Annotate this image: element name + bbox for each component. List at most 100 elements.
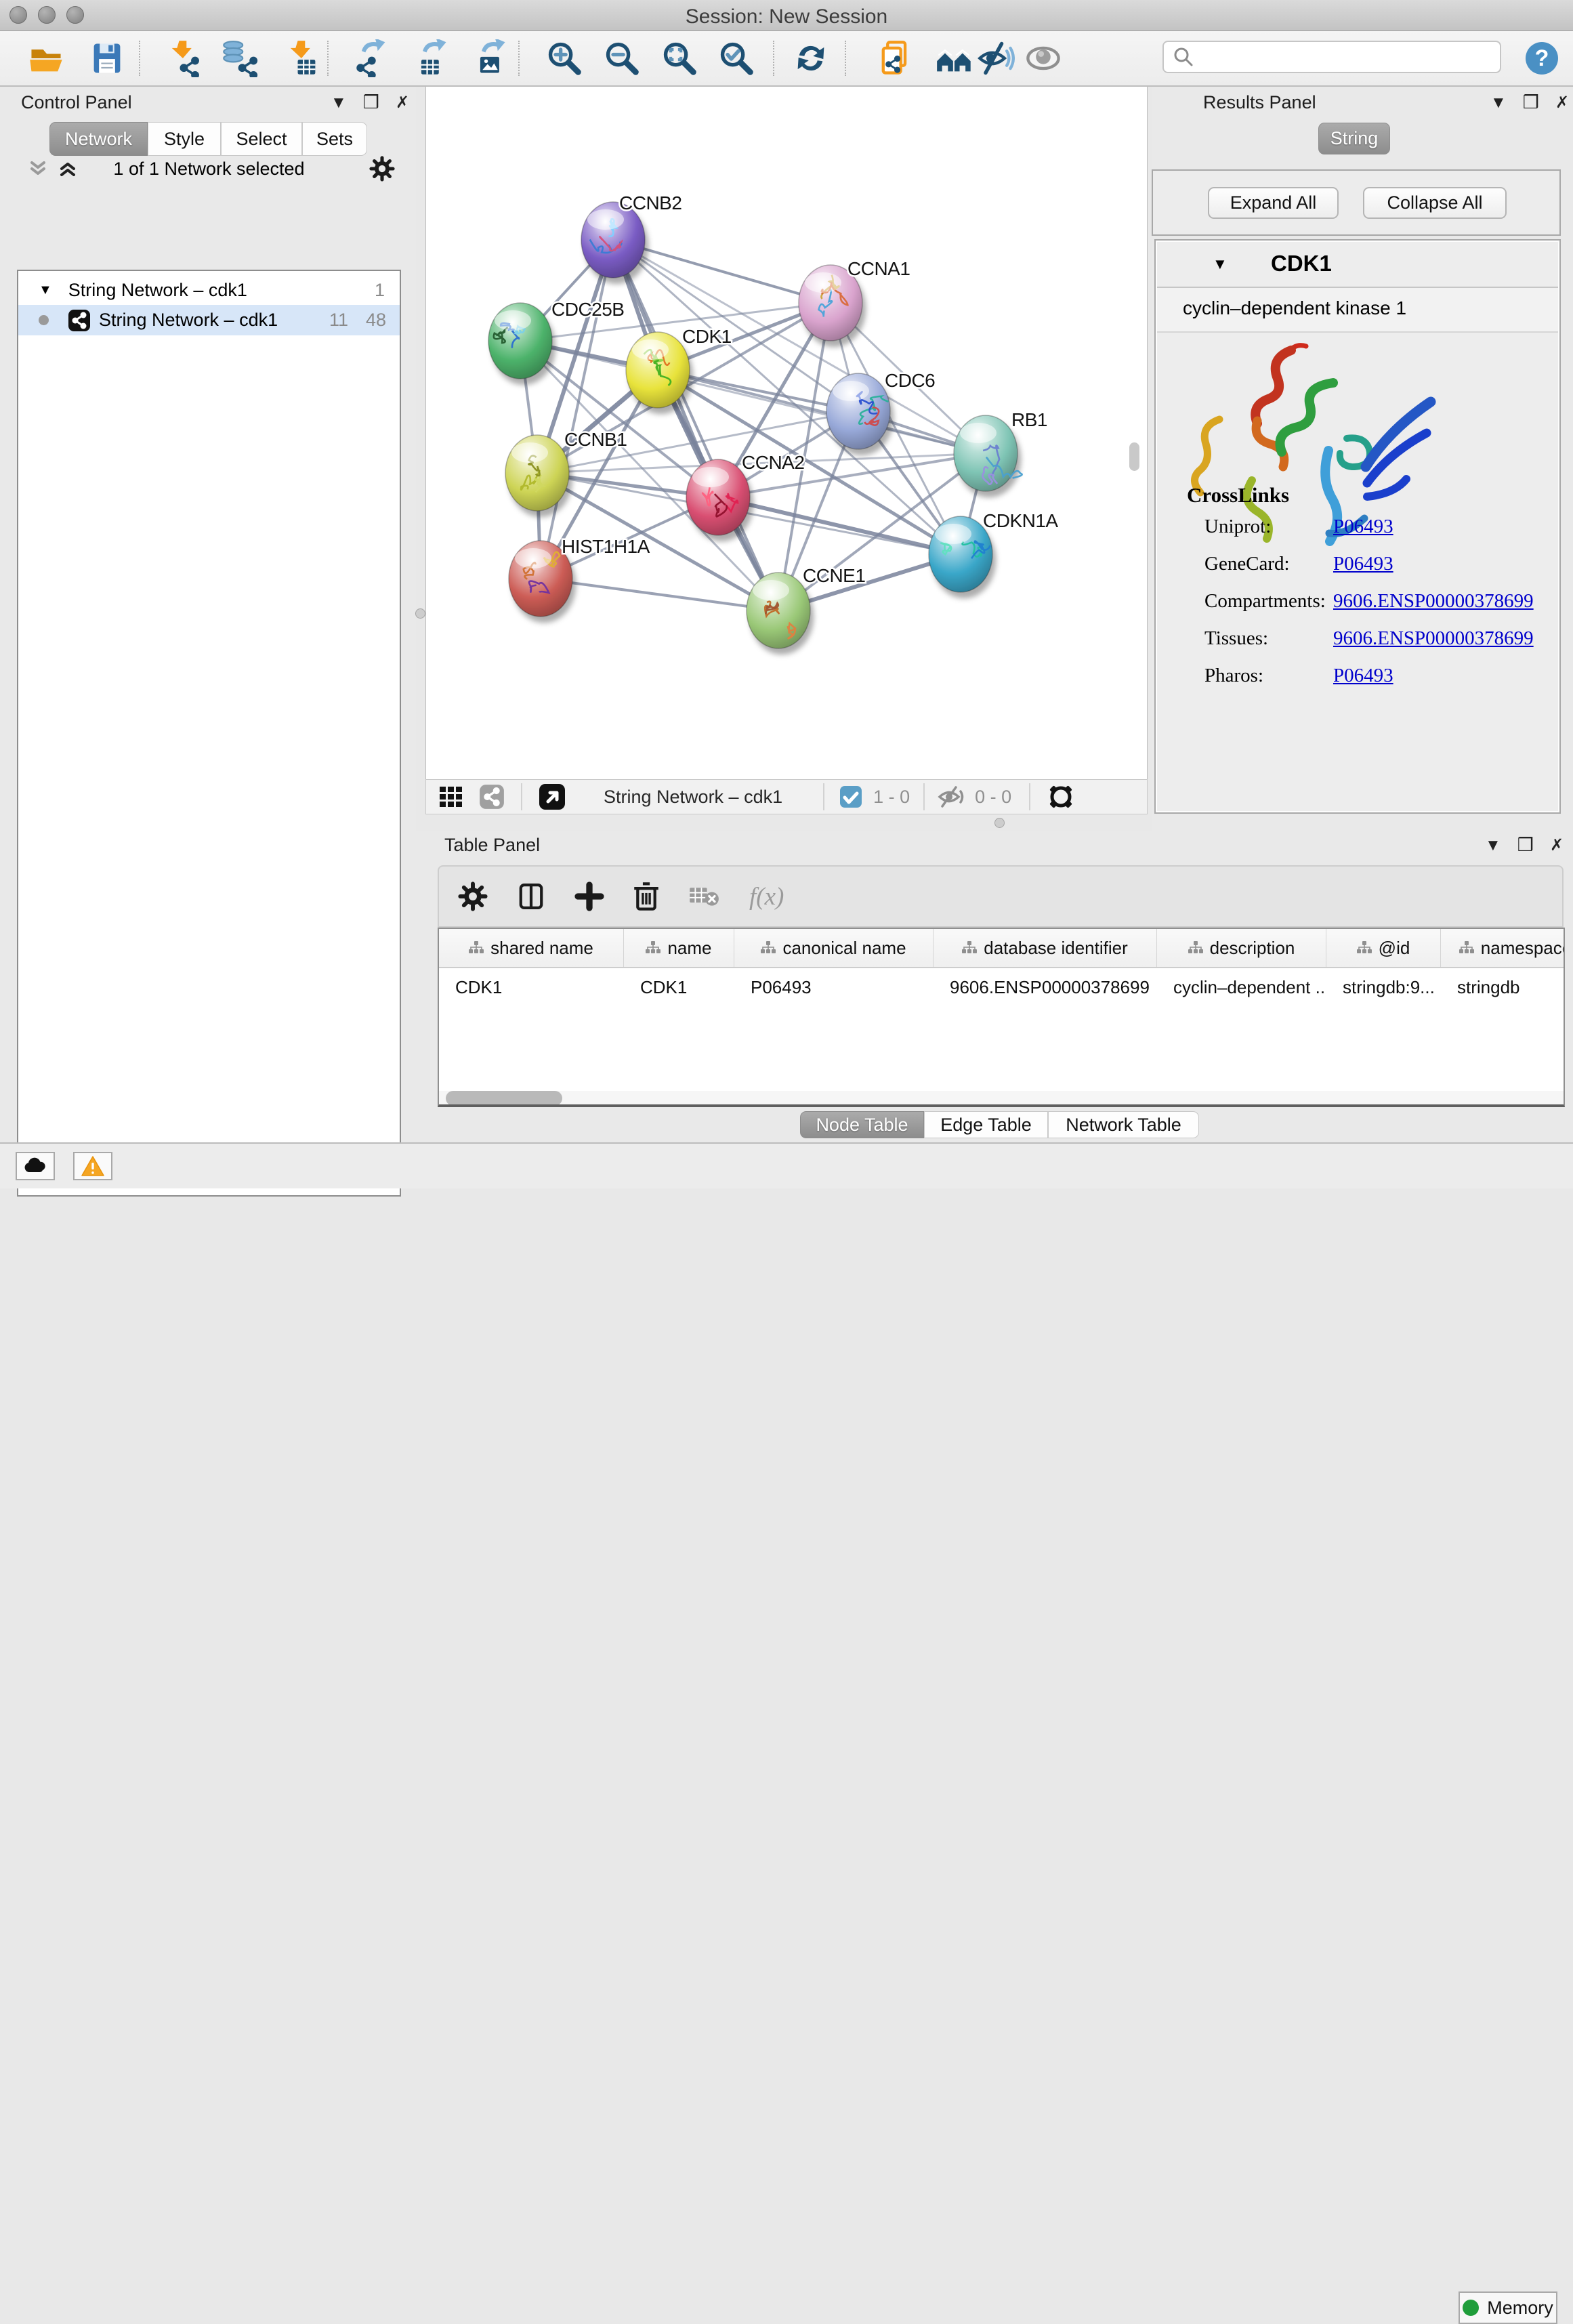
column-header-description[interactable]: description bbox=[1157, 929, 1326, 967]
import-database-icon[interactable] bbox=[220, 37, 261, 80]
results-panel-tabs: String bbox=[1318, 123, 1390, 154]
node-CDK1[interactable] bbox=[626, 332, 690, 408]
results-content: ▼ CDK1 cyclin–dependent kinase 1 Cross bbox=[1154, 239, 1561, 814]
cloud-button[interactable] bbox=[16, 1152, 55, 1180]
control-panel-tabs: NetworkStyleSelectSets bbox=[49, 122, 367, 156]
crosslink-value-link[interactable]: 9606.ENSP00000378699 bbox=[1333, 627, 1534, 650]
entry-name: CDK1 bbox=[1271, 251, 1332, 276]
node-CCNA2[interactable] bbox=[686, 459, 750, 535]
show-all-icon[interactable] bbox=[1023, 37, 1064, 80]
table-row[interactable]: CDK1CDK1P064939606.ENSP00000378699cyclin… bbox=[439, 968, 1565, 1006]
edge[interactable] bbox=[541, 579, 778, 610]
birdseye-view-icon[interactable] bbox=[539, 783, 566, 810]
panel-close-icon[interactable]: ✗ bbox=[1550, 837, 1564, 854]
panel-collapse-icon[interactable]: ▼ bbox=[1490, 95, 1507, 111]
edge[interactable] bbox=[718, 497, 961, 554]
crosslink-label: Pharos: bbox=[1204, 665, 1263, 686]
panel-float-icon[interactable]: ❒ bbox=[1517, 836, 1534, 854]
warning-button[interactable] bbox=[73, 1152, 112, 1180]
tab-sets[interactable]: Sets bbox=[302, 122, 367, 156]
zoom-in-icon[interactable] bbox=[544, 37, 585, 80]
panel-float-icon[interactable]: ❒ bbox=[1523, 94, 1539, 112]
column-header-label: description bbox=[1210, 938, 1295, 959]
zoom-selected-icon[interactable] bbox=[716, 37, 757, 80]
panel-collapse-icon[interactable]: ▼ bbox=[1485, 837, 1501, 854]
tab-edge-table[interactable]: Edge Table bbox=[924, 1111, 1048, 1138]
export-network-icon[interactable] bbox=[352, 37, 392, 80]
search-input[interactable] bbox=[1195, 47, 1486, 68]
tab-select[interactable]: Select bbox=[221, 122, 302, 156]
edge[interactable] bbox=[541, 240, 613, 579]
add-column-icon[interactable] bbox=[574, 881, 604, 911]
node-CCNE1[interactable] bbox=[747, 573, 810, 648]
function-builder-icon[interactable]: f(x) bbox=[749, 882, 784, 911]
delete-table-icon[interactable] bbox=[688, 883, 721, 910]
grid-view-icon[interactable] bbox=[438, 784, 464, 810]
table-hscrollbar-thumb[interactable] bbox=[446, 1091, 562, 1106]
crosslink-value-link[interactable]: P06493 bbox=[1333, 665, 1393, 687]
delete-column-icon[interactable] bbox=[633, 881, 660, 911]
network-collection-row[interactable]: ▼ String Network – cdk1 1 bbox=[18, 275, 400, 306]
help-button[interactable]: ? bbox=[1522, 37, 1562, 80]
node-CDC25B[interactable] bbox=[488, 303, 552, 379]
tab-string[interactable]: String bbox=[1318, 123, 1390, 154]
panel-float-icon[interactable]: ❒ bbox=[363, 94, 379, 112]
crosslink-value-link[interactable]: P06493 bbox=[1333, 553, 1393, 575]
panel-collapse-icon[interactable]: ▼ bbox=[331, 95, 347, 111]
column-header-shared-name[interactable]: shared name bbox=[439, 929, 624, 967]
crosslink-value-link[interactable]: 9606.ENSP00000378699 bbox=[1333, 590, 1534, 613]
results-panel-window-buttons: ▼ ❒ ✗ bbox=[1490, 94, 1569, 112]
result-entry-header[interactable]: ▼ CDK1 bbox=[1157, 242, 1558, 288]
network-canvas[interactable]: CCNB2CCNA1CDC25BCDK1CDC6RB1CCNB1CCNA2CDK… bbox=[425, 87, 1148, 779]
left-splitter-handle[interactable] bbox=[415, 608, 425, 619]
column-header-@id[interactable]: @id bbox=[1326, 929, 1441, 967]
import-table-icon[interactable] bbox=[282, 37, 322, 80]
table-hscrollbar[interactable] bbox=[439, 1091, 1564, 1106]
expand-all-button[interactable]: Expand All bbox=[1208, 187, 1339, 219]
tab-style[interactable]: Style bbox=[148, 122, 221, 156]
hidden-eye-icon[interactable] bbox=[937, 785, 965, 808]
tab-network-table[interactable]: Network Table bbox=[1048, 1111, 1199, 1138]
cloud-icon bbox=[22, 1156, 49, 1176]
string-app-icon bbox=[68, 309, 91, 332]
panel-close-icon[interactable]: ✗ bbox=[1555, 95, 1569, 111]
cell-name: CDK1 bbox=[624, 977, 734, 998]
fit-selected-crosshair-icon[interactable] bbox=[1045, 781, 1076, 812]
entry-expand-icon[interactable]: ▼ bbox=[1213, 255, 1228, 273]
open-session-icon[interactable] bbox=[26, 37, 66, 80]
entry-description: cyclin–dependent kinase 1 bbox=[1183, 297, 1406, 319]
collapse-all-button[interactable]: Collapse All bbox=[1363, 187, 1507, 219]
column-header-namespace[interactable]: namespace bbox=[1441, 929, 1565, 967]
zoom-fit-icon[interactable] bbox=[659, 37, 700, 80]
control-panel-window-buttons: ▼ ❒ ✗ bbox=[331, 94, 409, 112]
edge[interactable] bbox=[613, 240, 831, 303]
import-network-icon[interactable] bbox=[163, 37, 204, 80]
column-header-database-identifier[interactable]: database identifier bbox=[934, 929, 1157, 967]
network-options-gear-icon[interactable] bbox=[369, 156, 395, 182]
node-CCNB1[interactable] bbox=[505, 435, 569, 511]
bottom-splitter-handle[interactable] bbox=[994, 818, 1005, 828]
clone-network-icon[interactable] bbox=[875, 37, 915, 80]
refresh-layout-icon[interactable] bbox=[791, 37, 831, 80]
network-row-selected[interactable]: String Network – cdk1 11 48 bbox=[18, 305, 400, 335]
save-session-icon[interactable] bbox=[87, 37, 127, 80]
panel-close-icon[interactable]: ✗ bbox=[396, 95, 409, 111]
zoom-out-icon[interactable] bbox=[602, 37, 642, 80]
canvas-scroll-handle[interactable] bbox=[1129, 442, 1139, 471]
tab-network[interactable]: Network bbox=[49, 122, 148, 156]
collection-expand-icon[interactable]: ▼ bbox=[39, 283, 52, 298]
export-table-icon[interactable] bbox=[411, 37, 452, 80]
hide-selected-icon[interactable] bbox=[976, 37, 1016, 80]
column-header-name[interactable]: name bbox=[624, 929, 734, 967]
column-header-canonical-name[interactable]: canonical name bbox=[734, 929, 934, 967]
export-image-icon[interactable] bbox=[470, 37, 511, 80]
table-settings-gear-icon[interactable] bbox=[458, 881, 488, 911]
string-network-icon[interactable] bbox=[479, 784, 505, 810]
tab-node-table[interactable]: Node Table bbox=[800, 1111, 924, 1138]
split-view-icon[interactable] bbox=[516, 881, 546, 911]
node-CDC6[interactable] bbox=[826, 373, 890, 449]
selected-checkbox-icon[interactable] bbox=[839, 785, 862, 808]
memory-button[interactable]: Memory bbox=[1459, 2291, 1557, 2324]
neighborhood-icon[interactable] bbox=[934, 37, 975, 80]
crosslink-value-link[interactable]: P06493 bbox=[1333, 516, 1393, 538]
